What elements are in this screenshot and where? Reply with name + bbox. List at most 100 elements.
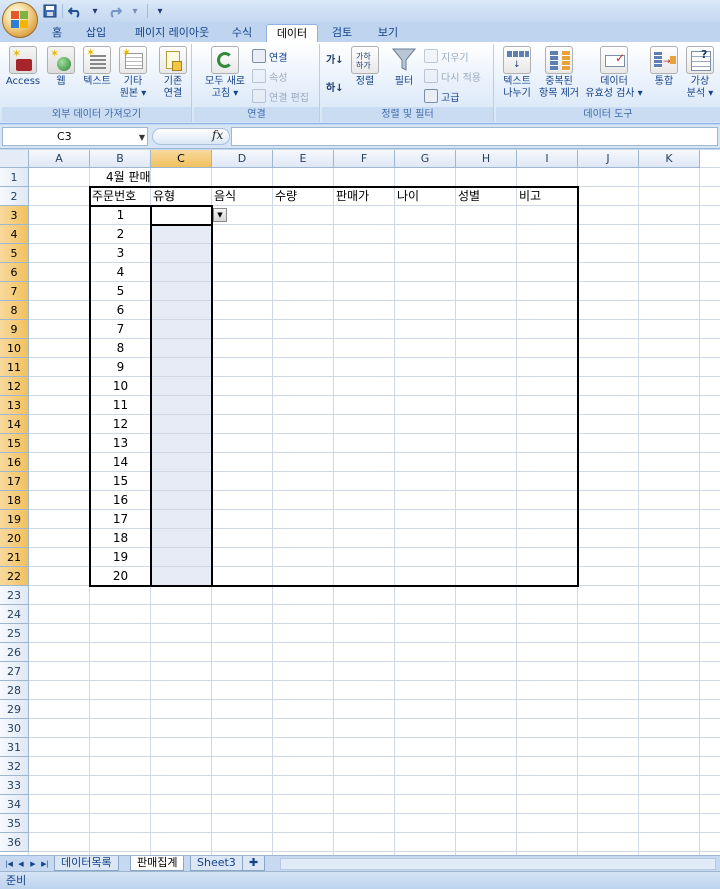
validation-dropdown-icon[interactable]: ▼ xyxy=(213,208,227,222)
row-header-6[interactable]: 6 xyxy=(0,263,29,282)
text-to-columns-button[interactable]: ↓ 텍스트 나누기 xyxy=(498,46,536,100)
row-header-26[interactable]: 26 xyxy=(0,643,29,662)
row-header-21[interactable]: 21 xyxy=(0,548,29,567)
office-button[interactable] xyxy=(2,2,38,38)
row-header-23[interactable]: 23 xyxy=(0,586,29,605)
column-header-g[interactable]: G xyxy=(395,150,456,168)
web-button[interactable]: ✶ 웹 xyxy=(46,46,76,88)
row-header-2[interactable]: 2 xyxy=(0,187,29,206)
filter-button[interactable]: 필터 xyxy=(388,46,420,88)
tab-view[interactable]: 보기 xyxy=(370,24,406,42)
whatif-analysis-button[interactable]: ? 가상 분석 ▾ xyxy=(682,46,718,100)
sort-asc-button[interactable]: 가↓ xyxy=(326,50,344,66)
row-header-30[interactable]: 30 xyxy=(0,719,29,738)
row-header-32[interactable]: 32 xyxy=(0,757,29,776)
last-sheet-icon[interactable]: ▶| xyxy=(40,858,50,870)
horizontal-scrollbar[interactable] xyxy=(280,858,716,870)
row-header-13[interactable]: 13 xyxy=(0,396,29,415)
tab-data[interactable]: 데이터 xyxy=(266,24,318,42)
column-header-f[interactable]: F xyxy=(334,150,395,168)
row-header-22[interactable]: 22 xyxy=(0,567,29,586)
row-header-28[interactable]: 28 xyxy=(0,681,29,700)
sheet-title-cell[interactable]: 4월 판매 xyxy=(106,168,226,187)
row-header-3[interactable]: 3 xyxy=(0,206,29,225)
row-header-25[interactable]: 25 xyxy=(0,624,29,643)
undo-dropdown-icon[interactable]: ▾ xyxy=(87,3,103,19)
tab-insert[interactable]: 삽입 xyxy=(80,24,112,42)
column-header-i[interactable]: I xyxy=(517,150,578,168)
tab-page-layout[interactable]: 페이지 레이아웃 xyxy=(124,24,220,42)
customize-qat-icon[interactable]: ▾ xyxy=(152,3,168,19)
worksheet-grid[interactable]: A B C D E F G H I J K 1 2 3 4 5 6 7 8 9 10 11 12 13 14 15 16 17 18 19… xyxy=(0,150,720,855)
row-header-20[interactable]: 20 xyxy=(0,529,29,548)
prev-sheet-icon[interactable]: ◀ xyxy=(16,858,26,870)
row-header-24[interactable]: 24 xyxy=(0,605,29,624)
row-header-16[interactable]: 16 xyxy=(0,453,29,472)
row-header-14[interactable]: 14 xyxy=(0,415,29,434)
tab-home[interactable]: 홈 xyxy=(44,24,70,42)
row-header-17[interactable]: 17 xyxy=(0,472,29,491)
sort-desc-button[interactable]: 하↓ xyxy=(326,78,344,94)
column-header-b[interactable]: B xyxy=(90,150,151,168)
sheet-tab-data-list[interactable]: 데이터목록 xyxy=(54,856,119,871)
first-sheet-icon[interactable]: |◀ xyxy=(4,858,14,870)
refresh-all-button[interactable]: 모두 새로 고침 ▾ xyxy=(200,46,250,100)
column-header-d[interactable]: D xyxy=(212,150,273,168)
redo-icon[interactable] xyxy=(107,3,123,19)
name-box[interactable]: C3 ▼ xyxy=(2,127,148,146)
row-header-27[interactable]: 27 xyxy=(0,662,29,681)
row-header-10[interactable]: 10 xyxy=(0,339,29,358)
row-header-29[interactable]: 29 xyxy=(0,700,29,719)
row-header-31[interactable]: 31 xyxy=(0,738,29,757)
redo-dropdown-icon[interactable]: ▾ xyxy=(127,3,143,19)
row-header-34[interactable]: 34 xyxy=(0,795,29,814)
column-header-e[interactable]: E xyxy=(273,150,334,168)
formula-input[interactable] xyxy=(231,127,718,146)
column-header-k[interactable]: K xyxy=(639,150,700,168)
row-header-18[interactable]: 18 xyxy=(0,491,29,510)
row-header-4[interactable]: 4 xyxy=(0,225,29,244)
properties-button[interactable]: 속성 xyxy=(252,68,287,84)
row-header-19[interactable]: 19 xyxy=(0,510,29,529)
text-import-button[interactable]: ✶ 텍스트 xyxy=(78,46,116,88)
row-header-33[interactable]: 33 xyxy=(0,776,29,795)
other-sources-button[interactable]: ✶ 기타 원본 ▾ xyxy=(116,46,150,100)
tab-formulas[interactable]: 수식 xyxy=(226,24,258,42)
active-cell-c3[interactable] xyxy=(150,205,213,226)
access-button[interactable]: ✶ Access xyxy=(4,46,42,88)
save-icon[interactable] xyxy=(42,3,58,19)
select-all-corner[interactable] xyxy=(0,150,29,168)
remove-duplicates-button[interactable]: 중복된 항목 제거 xyxy=(536,46,582,100)
row-header-36[interactable]: 36 xyxy=(0,833,29,852)
edit-links-button[interactable]: 연결 편집 xyxy=(252,88,309,104)
existing-connections-button[interactable]: 기존 연결 xyxy=(156,46,190,100)
connections-button[interactable]: 연결 xyxy=(252,48,287,64)
row-header-5[interactable]: 5 xyxy=(0,244,29,263)
reapply-button[interactable]: 다시 적용 xyxy=(424,68,481,84)
row-header-7[interactable]: 7 xyxy=(0,282,29,301)
row-header-11[interactable]: 11 xyxy=(0,358,29,377)
row-header-1[interactable]: 1 xyxy=(0,168,29,187)
tab-review[interactable]: 검토 xyxy=(324,24,360,42)
advanced-filter-button[interactable]: 고급 xyxy=(424,88,459,104)
undo-icon[interactable] xyxy=(67,3,83,19)
insert-sheet-icon[interactable]: ✚ xyxy=(242,856,266,871)
row-header-9[interactable]: 9 xyxy=(0,320,29,339)
column-header-h[interactable]: H xyxy=(456,150,517,168)
chevron-down-icon[interactable]: ▼ xyxy=(139,129,145,146)
sheet-tab-sales-summary[interactable]: 판매집계 xyxy=(130,856,185,871)
row-header-12[interactable]: 12 xyxy=(0,377,29,396)
row-header-35[interactable]: 35 xyxy=(0,814,29,833)
next-sheet-icon[interactable]: ▶ xyxy=(28,858,38,870)
row-header-15[interactable]: 15 xyxy=(0,434,29,453)
sort-button[interactable]: 가하 하가 정렬 xyxy=(350,46,380,88)
data-validation-button[interactable]: ✓ 데이터 유효성 검사 ▾ xyxy=(584,46,644,100)
column-header-c[interactable]: C xyxy=(151,150,212,168)
column-header-j[interactable]: J xyxy=(578,150,639,168)
insert-function-icon[interactable]: fx xyxy=(212,128,223,142)
column-header-a[interactable]: A xyxy=(29,150,90,168)
clear-filter-button[interactable]: 지우기 xyxy=(424,48,469,64)
sheet-tab-sheet3[interactable]: Sheet3 xyxy=(190,856,243,871)
consolidate-button[interactable]: → 통합 xyxy=(648,46,680,88)
row-header-8[interactable]: 8 xyxy=(0,301,29,320)
